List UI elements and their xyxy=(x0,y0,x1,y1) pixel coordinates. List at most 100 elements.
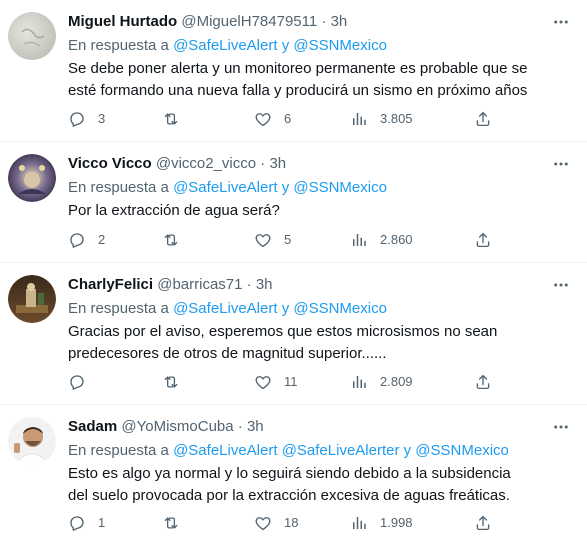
avatar-image xyxy=(8,12,56,60)
reply-mentions[interactable]: @SafeLiveAlert @SafeLiveAlerter y @SSNMe… xyxy=(173,442,509,459)
like-button[interactable]: 6 xyxy=(254,109,291,129)
reply-mentions[interactable]: @SafeLiveAlert y @SSNMexico xyxy=(173,300,387,317)
reply-mentions[interactable]: @SafeLiveAlert y @SSNMexico xyxy=(173,37,387,54)
tweet-actions: 2 5 2.860 xyxy=(68,230,496,250)
like-button[interactable]: 18 xyxy=(254,513,298,533)
timestamp[interactable]: 3h xyxy=(256,276,273,293)
view-count: 2.860 xyxy=(380,232,413,247)
avatar[interactable] xyxy=(8,154,56,202)
timestamp[interactable]: 3h xyxy=(247,418,264,435)
more-dots-icon[interactable] xyxy=(551,12,571,32)
tweet-actions: 3 6 3.805 xyxy=(68,109,496,129)
like-count: 11 xyxy=(284,374,298,389)
like-button[interactable]: 5 xyxy=(254,230,291,250)
retweet-icon xyxy=(162,231,180,249)
tweet-actions: 1 18 1.998 xyxy=(68,513,496,533)
more-dots-icon[interactable] xyxy=(551,275,571,295)
share-upload-icon xyxy=(474,231,492,249)
reply-button[interactable]: 2 xyxy=(68,230,105,250)
tweet-card[interactable]: Miguel Hurtado @MiguelH78479511 · 3h En … xyxy=(0,0,587,142)
tweet-text: Gracias por el aviso, esperemos que esto… xyxy=(68,323,498,362)
like-button[interactable]: 11 xyxy=(254,372,298,392)
separator: · xyxy=(246,276,252,293)
avatar-image xyxy=(8,275,56,323)
retweet-button[interactable] xyxy=(162,109,192,129)
separator: · xyxy=(321,13,327,30)
reply-context: En respuesta a @SafeLiveAlert y @SSNMexi… xyxy=(68,299,387,319)
reply-context: En respuesta a @SafeLiveAlert y @SSNMexi… xyxy=(68,36,387,56)
reply-bubble-icon xyxy=(68,514,86,532)
reply-context: En respuesta a @SafeLiveAlert @SafeLiveA… xyxy=(68,441,509,461)
more-dots-icon[interactable] xyxy=(551,417,571,437)
separator: · xyxy=(237,418,243,435)
views-bar-chart-icon xyxy=(350,110,368,128)
view-count: 2.809 xyxy=(380,374,413,389)
user-handle[interactable]: @vicco2_vicco xyxy=(156,155,256,172)
reply-bubble-icon xyxy=(68,231,86,249)
retweet-icon xyxy=(162,110,180,128)
share-button[interactable] xyxy=(474,109,492,129)
reply-prefix: En respuesta a xyxy=(68,300,169,317)
share-button[interactable] xyxy=(474,513,492,533)
display-name[interactable]: Miguel Hurtado xyxy=(68,13,177,30)
display-name[interactable]: Vicco Vicco xyxy=(68,155,152,172)
like-count: 6 xyxy=(284,111,292,126)
user-handle[interactable]: @barricas71 xyxy=(157,276,242,293)
tweet-card[interactable]: Sadam @YoMismoCuba · 3h En respuesta a @… xyxy=(0,405,587,536)
reply-mentions[interactable]: @SafeLiveAlert y @SSNMexico xyxy=(173,179,387,196)
separator: · xyxy=(260,155,266,172)
tweet-actions: 11 2.809 xyxy=(68,372,496,392)
heart-icon xyxy=(254,231,272,249)
reply-count: 1 xyxy=(98,515,106,530)
tweet-header: Sadam @YoMismoCuba · 3h xyxy=(68,417,264,437)
heart-icon xyxy=(254,373,272,391)
retweet-icon xyxy=(162,514,180,532)
share-upload-icon xyxy=(474,373,492,391)
timestamp[interactable]: 3h xyxy=(331,13,348,30)
reply-context: En respuesta a @SafeLiveAlert y @SSNMexi… xyxy=(68,178,387,198)
share-button[interactable] xyxy=(474,372,492,392)
avatar[interactable] xyxy=(8,275,56,323)
view-count: 1.998 xyxy=(380,515,413,530)
user-handle[interactable]: @MiguelH78479511 xyxy=(181,13,317,30)
like-count: 18 xyxy=(284,515,299,530)
avatar-image xyxy=(8,417,56,465)
tweet-text: Por la extracción de agua será? xyxy=(68,202,280,219)
heart-icon xyxy=(254,514,272,532)
share-upload-icon xyxy=(474,514,492,532)
more-dots-icon[interactable] xyxy=(551,154,571,174)
views-button[interactable]: 2.860 xyxy=(350,230,413,250)
display-name[interactable]: Sadam xyxy=(68,418,117,435)
tweet-text: Esto es algo ya normal y lo seguirá sien… xyxy=(68,465,511,504)
avatar-image xyxy=(8,154,56,202)
display-name[interactable]: CharlyFelici xyxy=(68,276,153,293)
reply-bubble-icon xyxy=(68,373,86,391)
views-button[interactable]: 3.805 xyxy=(350,109,413,129)
reply-button[interactable]: 1 xyxy=(68,513,105,533)
tweet-header: CharlyFelici @barricas71 · 3h xyxy=(68,275,273,295)
reply-button[interactable] xyxy=(68,372,98,392)
avatar[interactable] xyxy=(8,417,56,465)
reply-prefix: En respuesta a xyxy=(68,442,169,459)
tweet-text: Se debe poner alerta y un monitoreo perm… xyxy=(68,60,528,99)
timestamp[interactable]: 3h xyxy=(269,155,286,172)
retweet-button[interactable] xyxy=(162,513,192,533)
tweet-header: Vicco Vicco @vicco2_vicco · 3h xyxy=(68,154,286,174)
reply-bubble-icon xyxy=(68,110,86,128)
user-handle[interactable]: @YoMismoCuba xyxy=(121,418,233,435)
views-button[interactable]: 1.998 xyxy=(350,513,413,533)
retweet-button[interactable] xyxy=(162,372,192,392)
reply-button[interactable]: 3 xyxy=(68,109,105,129)
views-button[interactable]: 2.809 xyxy=(350,372,413,392)
views-bar-chart-icon xyxy=(350,514,368,532)
tweet-header: Miguel Hurtado @MiguelH78479511 · 3h xyxy=(68,12,347,32)
retweet-button[interactable] xyxy=(162,230,192,250)
reply-count: 3 xyxy=(98,111,106,126)
tweet-card[interactable]: Vicco Vicco @vicco2_vicco · 3h En respue… xyxy=(0,142,587,263)
views-bar-chart-icon xyxy=(350,231,368,249)
tweet-card[interactable]: CharlyFelici @barricas71 · 3h En respues… xyxy=(0,263,587,405)
avatar[interactable] xyxy=(8,12,56,60)
reply-count: 2 xyxy=(98,232,106,247)
like-count: 5 xyxy=(284,232,292,247)
share-button[interactable] xyxy=(474,230,492,250)
